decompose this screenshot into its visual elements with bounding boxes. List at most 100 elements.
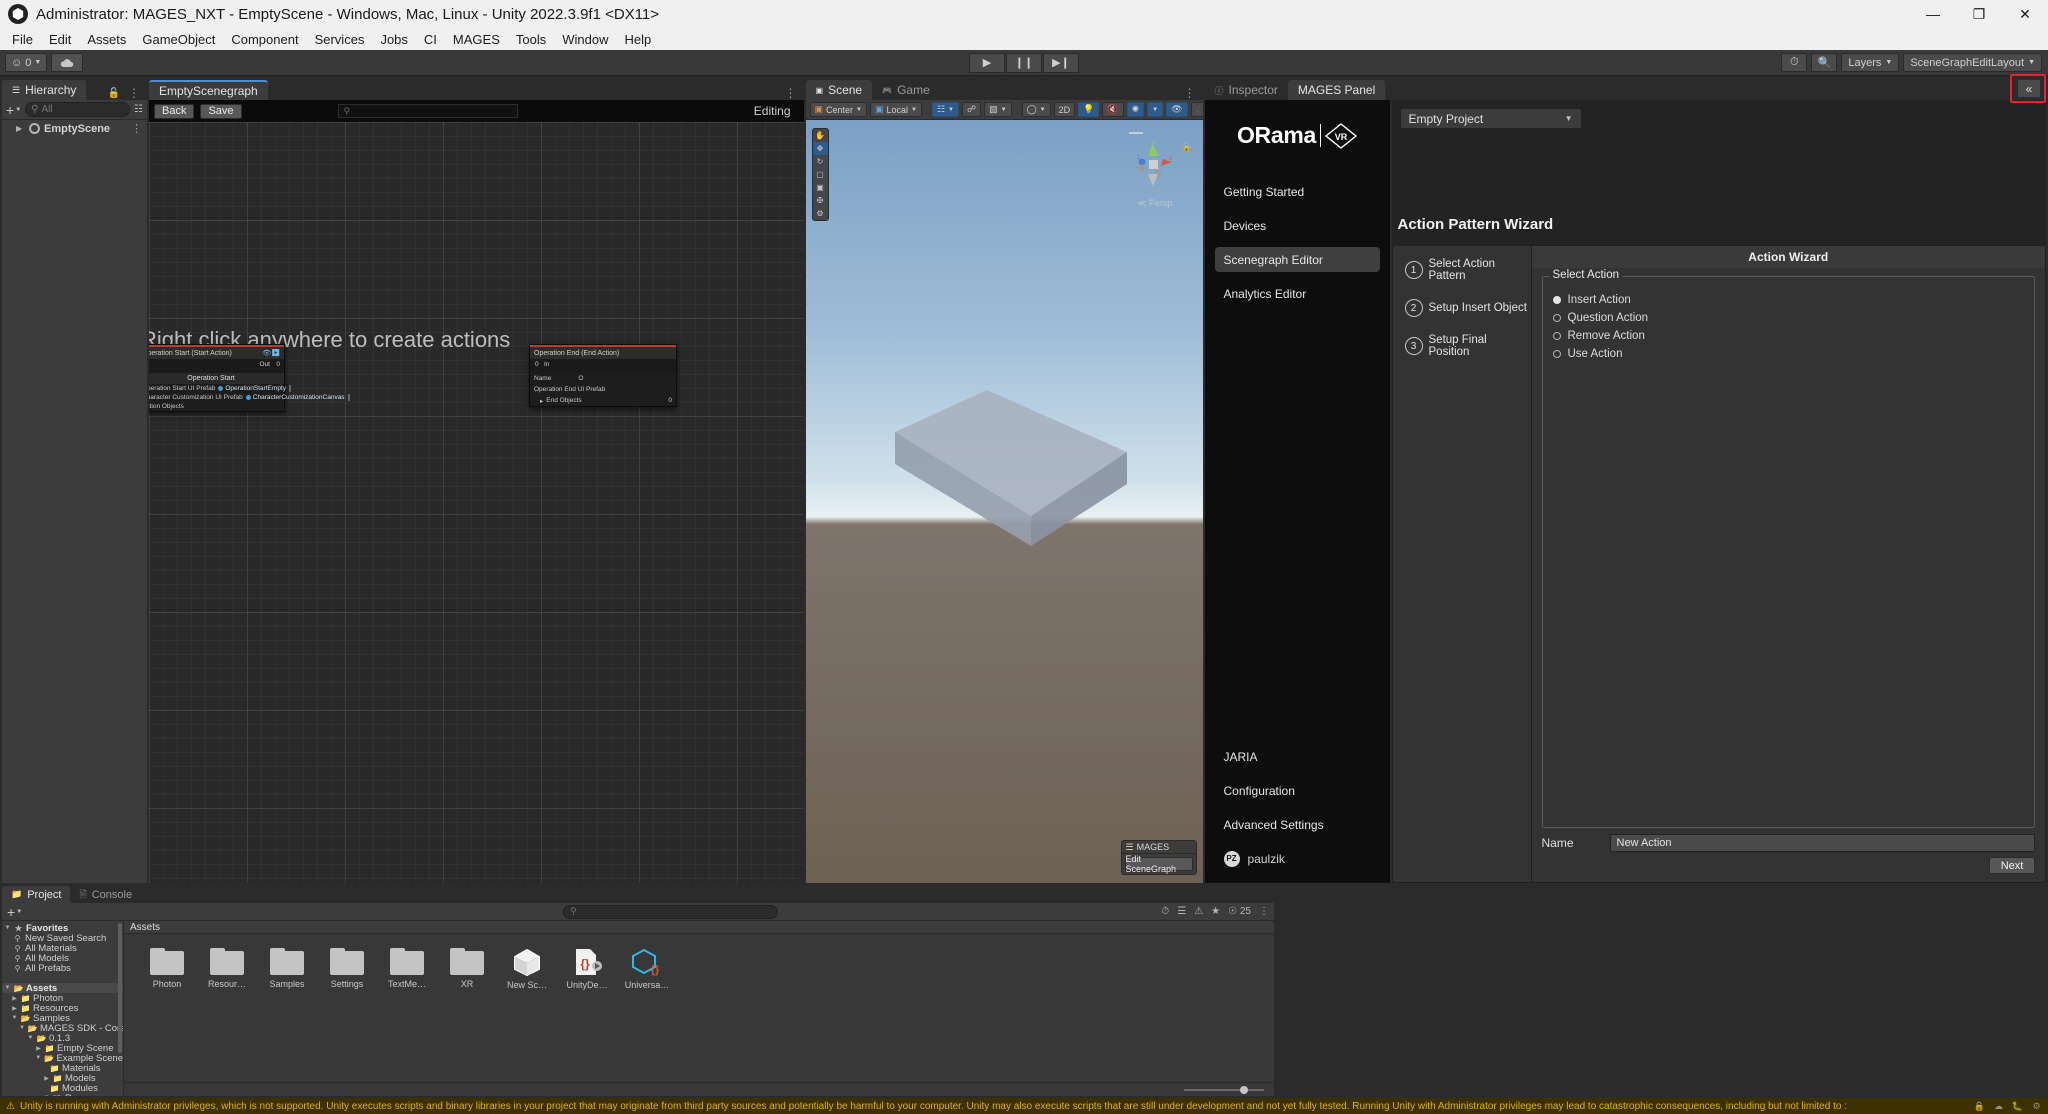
drag-handle-icon[interactable]: ☰	[1126, 842, 1134, 853]
asset-item[interactable]: Settings	[322, 948, 372, 990]
hierarchy-search-input[interactable]: ⚲ All	[25, 102, 131, 117]
project-dropdown[interactable]: Empty Project ▼	[1399, 108, 1582, 129]
scene-orientation-gizmo[interactable]: y x z	[1128, 140, 1178, 190]
hierarchy-add-button[interactable]: + ▼	[6, 102, 21, 118]
overlay-drag-handle[interactable]	[1128, 132, 1143, 134]
tree-item-all-models[interactable]: ⚲ All Models	[2, 953, 123, 964]
scenegraph-canvas[interactable]: Right click anywhere to create actions O…	[149, 122, 804, 883]
tree-item-all-materials[interactable]: ⚲ All Materials	[2, 943, 123, 954]
node-field-row[interactable]: Character Customization UI Prefab Charac…	[149, 393, 350, 402]
rotate-tool-icon[interactable]: ↻	[813, 155, 828, 168]
node-field-row[interactable]: Operation Start UI Prefab OperationStart…	[149, 384, 292, 393]
node-field-value[interactable]: CharacterCustomizationCanvas	[245, 394, 345, 401]
status-bar[interactable]: ⚠ Unity is running with Administrator pr…	[0, 1098, 2048, 1114]
rect-tool-icon[interactable]: ▣	[813, 181, 828, 194]
expand-arrow-icon[interactable]: ▶	[11, 995, 18, 1002]
menu-item-edit[interactable]: Edit	[41, 30, 79, 49]
node-field-checkbox[interactable]	[289, 385, 292, 392]
menu-item-ci[interactable]: CI	[416, 30, 445, 49]
picker-icon[interactable]: ☷	[134, 104, 143, 115]
expand-arrow-icon[interactable]: ▼	[19, 1025, 25, 1031]
tree-item-assets[interactable]: ▼ 📂 Assets	[2, 983, 123, 994]
lock-icon[interactable]: 🔒	[1974, 1101, 1985, 1112]
menu-item-assets[interactable]: Assets	[79, 30, 134, 49]
account-button[interactable]: ☺ 0 ▼	[5, 53, 48, 72]
move-tool-icon[interactable]: ✥	[812, 142, 828, 155]
radio-use-action[interactable]: Use Action	[1552, 345, 2025, 363]
bug-icon[interactable]: 🐛	[2012, 1101, 2023, 1112]
kebab-menu-icon[interactable]: ⋮	[1259, 906, 1269, 917]
cloud-button[interactable]	[51, 53, 84, 72]
menu-item-jobs[interactable]: Jobs	[372, 30, 415, 49]
tree-item-example-scene[interactable]: ▼ 📂 Example Scene	[2, 1053, 123, 1064]
expand-arrow-icon[interactable]: ▶	[43, 1075, 50, 1082]
expand-arrow-icon[interactable]: ▼	[27, 1035, 34, 1041]
asset-item[interactable]: {} UnityDe…	[562, 948, 612, 990]
radio-question-action[interactable]: Question Action	[1552, 309, 2025, 327]
tab-hierarchy[interactable]: ☰ Hierarchy	[2, 80, 87, 100]
step-button[interactable]: ▶❙	[1043, 52, 1079, 73]
tree-item-resources[interactable]: ▶ 📁 Resources	[2, 1003, 123, 1014]
action-name-input[interactable]: New Action	[1609, 834, 2035, 852]
tab-console[interactable]: 🗎 Console	[70, 886, 141, 903]
layers-dropdown[interactable]: Layers ▼	[1841, 53, 1900, 72]
grid-axis-dropdown[interactable]: ▧ ▼	[984, 102, 1012, 117]
tab-game[interactable]: 🎮 Game	[872, 80, 940, 100]
lock-icon[interactable]: 🔓	[108, 88, 120, 99]
node-field-row[interactable]: Action Objects	[149, 402, 284, 411]
asset-item[interactable]: Resour…	[202, 948, 252, 990]
menu-item-window[interactable]: Window	[554, 30, 616, 49]
pivot-dropdown[interactable]: ▣ Center ▼	[809, 102, 867, 117]
play-button[interactable]: ▶	[969, 52, 1005, 73]
scenegraph-search-input[interactable]: ⚲	[337, 104, 518, 118]
mages-overlay-header[interactable]: ☰ MAGES	[1121, 841, 1196, 854]
expand-arrow-icon[interactable]: ▸	[540, 397, 543, 405]
tab-mages-panel[interactable]: MAGES Panel	[1287, 80, 1386, 100]
visibility-icon[interactable]: 👁▶	[262, 349, 280, 357]
expand-arrow-icon[interactable]: ▼	[4, 985, 11, 991]
asset-zoom-slider[interactable]	[1184, 1085, 1264, 1094]
node-field-row[interactable]: Operation End UI Prefab	[530, 384, 676, 395]
menu-item-help[interactable]: Help	[616, 30, 659, 49]
tree-item-new-saved-search[interactable]: ⚲ New Saved Search	[2, 933, 123, 944]
snap-increment-button[interactable]: ☍	[962, 102, 982, 117]
tree-item-mages-sdk-core[interactable]: ▼ 📂 MAGES SDK - Core	[2, 1023, 123, 1034]
minimize-button[interactable]: —	[1910, 0, 1956, 28]
save-button[interactable]: Save	[200, 103, 242, 119]
hand-tool-icon[interactable]: ✋	[813, 129, 828, 142]
expand-arrow-icon[interactable]: ▼	[4, 925, 11, 931]
menu-item-mages[interactable]: MAGES	[445, 30, 508, 49]
node-field-row[interactable]: Name O	[530, 373, 676, 384]
kebab-menu-icon[interactable]: ⋮	[128, 86, 140, 100]
mages-item-configuration[interactable]: Configuration	[1215, 778, 1380, 803]
back-button[interactable]: Back	[154, 103, 195, 119]
edit-scenegraph-button[interactable]: Edit SceneGraph	[1124, 854, 1193, 874]
project-add-button[interactable]: + ▼	[7, 904, 22, 920]
tree-item-modules[interactable]: 📁 Modules	[2, 1083, 123, 1094]
camera-settings-dropdown[interactable]: 🎥 ▼	[1190, 102, 1203, 117]
tree-item-favorites[interactable]: ▼ ★ Favorites	[2, 923, 123, 934]
grid-snap-toggle[interactable]: ☷ ▼	[931, 102, 959, 117]
tree-item-materials[interactable]: 📁 Materials	[2, 1063, 123, 1074]
kebab-menu-icon[interactable]: ⋮	[1184, 86, 1196, 100]
packages-icon[interactable]: ☰	[1177, 906, 1186, 917]
cloud-icon[interactable]: ☁	[1993, 1101, 2004, 1112]
asset-item[interactable]: {} Universa…	[622, 948, 672, 990]
expand-arrow-icon[interactable]: ▶	[16, 124, 25, 133]
asset-item[interactable]: Photon	[142, 948, 192, 990]
tree-item-photon[interactable]: ▶ 📁 Photon	[2, 993, 123, 1004]
menu-item-tools[interactable]: Tools	[508, 30, 554, 49]
audio-toggle[interactable]: 🔇	[1102, 102, 1124, 117]
slider-knob[interactable]	[1240, 1085, 1248, 1094]
menu-item-gameobject[interactable]: GameObject	[134, 30, 223, 49]
fx-toggle[interactable]: ✺	[1126, 102, 1145, 117]
scale-tool-icon[interactable]: ▢	[813, 168, 828, 181]
mages-item-devices[interactable]: Devices	[1215, 213, 1380, 238]
asset-item[interactable]: XR	[442, 948, 492, 990]
tree-item-empty-scene[interactable]: ▶ 📁 Empty Scene	[2, 1043, 123, 1054]
kebab-menu-icon[interactable]: ⋮	[785, 86, 797, 100]
transform-tool-icon[interactable]: ✠	[813, 194, 828, 207]
mages-item-scenegraph-editor[interactable]: Scenegraph Editor	[1214, 247, 1380, 272]
tree-item-models[interactable]: ▶ 📁 Models	[2, 1073, 123, 1084]
project-search-input[interactable]: ⚲	[563, 904, 779, 919]
